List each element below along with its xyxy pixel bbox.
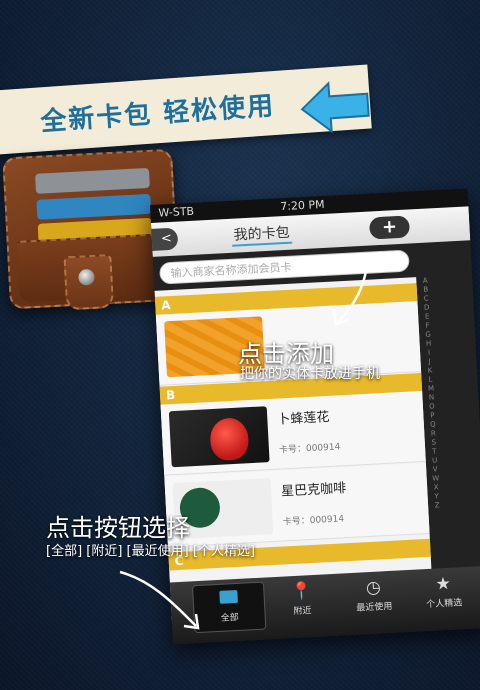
back-button[interactable]: <	[150, 227, 179, 252]
tab-nearby[interactable]: 📍 附近	[266, 578, 338, 628]
merchant-name: 星巴克咖啡	[280, 481, 347, 500]
carrier-label: W-STB	[158, 204, 195, 220]
tab-recent[interactable]: ◷ 最近使用	[338, 574, 410, 624]
card-thumbnail-fresh	[168, 406, 270, 468]
banner-title: 全新卡包 轻松使用	[39, 91, 277, 138]
clock-icon: ◷	[365, 577, 382, 599]
merchant-name: 卜蜂莲花	[277, 409, 330, 428]
clock-label: 7:20 PM	[279, 197, 325, 214]
tab-favorites[interactable]: ★ 个人精选	[408, 570, 480, 620]
tab-label: 最近使用	[356, 601, 393, 614]
strawberry-image	[209, 417, 250, 462]
add-hint-subtitle: 把你的实体卡放进手机	[240, 366, 380, 382]
card-number: 卡号：000914	[278, 442, 341, 456]
card-row[interactable]: 星巴克咖啡 卡号：000914	[164, 462, 430, 548]
card-list: A B 卜蜂莲花 卡号：000914 星巴克咖啡 卡号：000914 C	[154, 277, 434, 621]
add-card-button[interactable]: +	[368, 215, 411, 240]
tab-label: 个人精选	[426, 598, 463, 611]
card-number: 卡号：000914	[282, 514, 345, 528]
tab-label: 全部	[220, 612, 239, 624]
location-pin-icon: 📍	[290, 581, 313, 603]
page-title: 我的卡包	[231, 221, 293, 247]
card-row[interactable]: 卜蜂莲花 卡号：000914	[160, 391, 426, 476]
left-arrow-icon	[300, 81, 370, 134]
star-icon: ★	[435, 573, 452, 595]
wallet-icon	[193, 583, 264, 613]
tabs-hint-title: 点击按钮选择	[46, 514, 190, 542]
tab-all[interactable]: 全部	[191, 581, 267, 634]
phone-screen: W-STB 7:20 PM < 我的卡包 + 输入商家名称添加会员卡 A B 卜…	[150, 188, 480, 645]
tab-label: 附近	[293, 606, 312, 618]
wallet-card-blue	[36, 193, 152, 220]
wallet-card-gray	[35, 167, 150, 194]
tabs-hint-subtitle: [全部] [附近] [最近使用] [个人精选]	[46, 544, 255, 559]
